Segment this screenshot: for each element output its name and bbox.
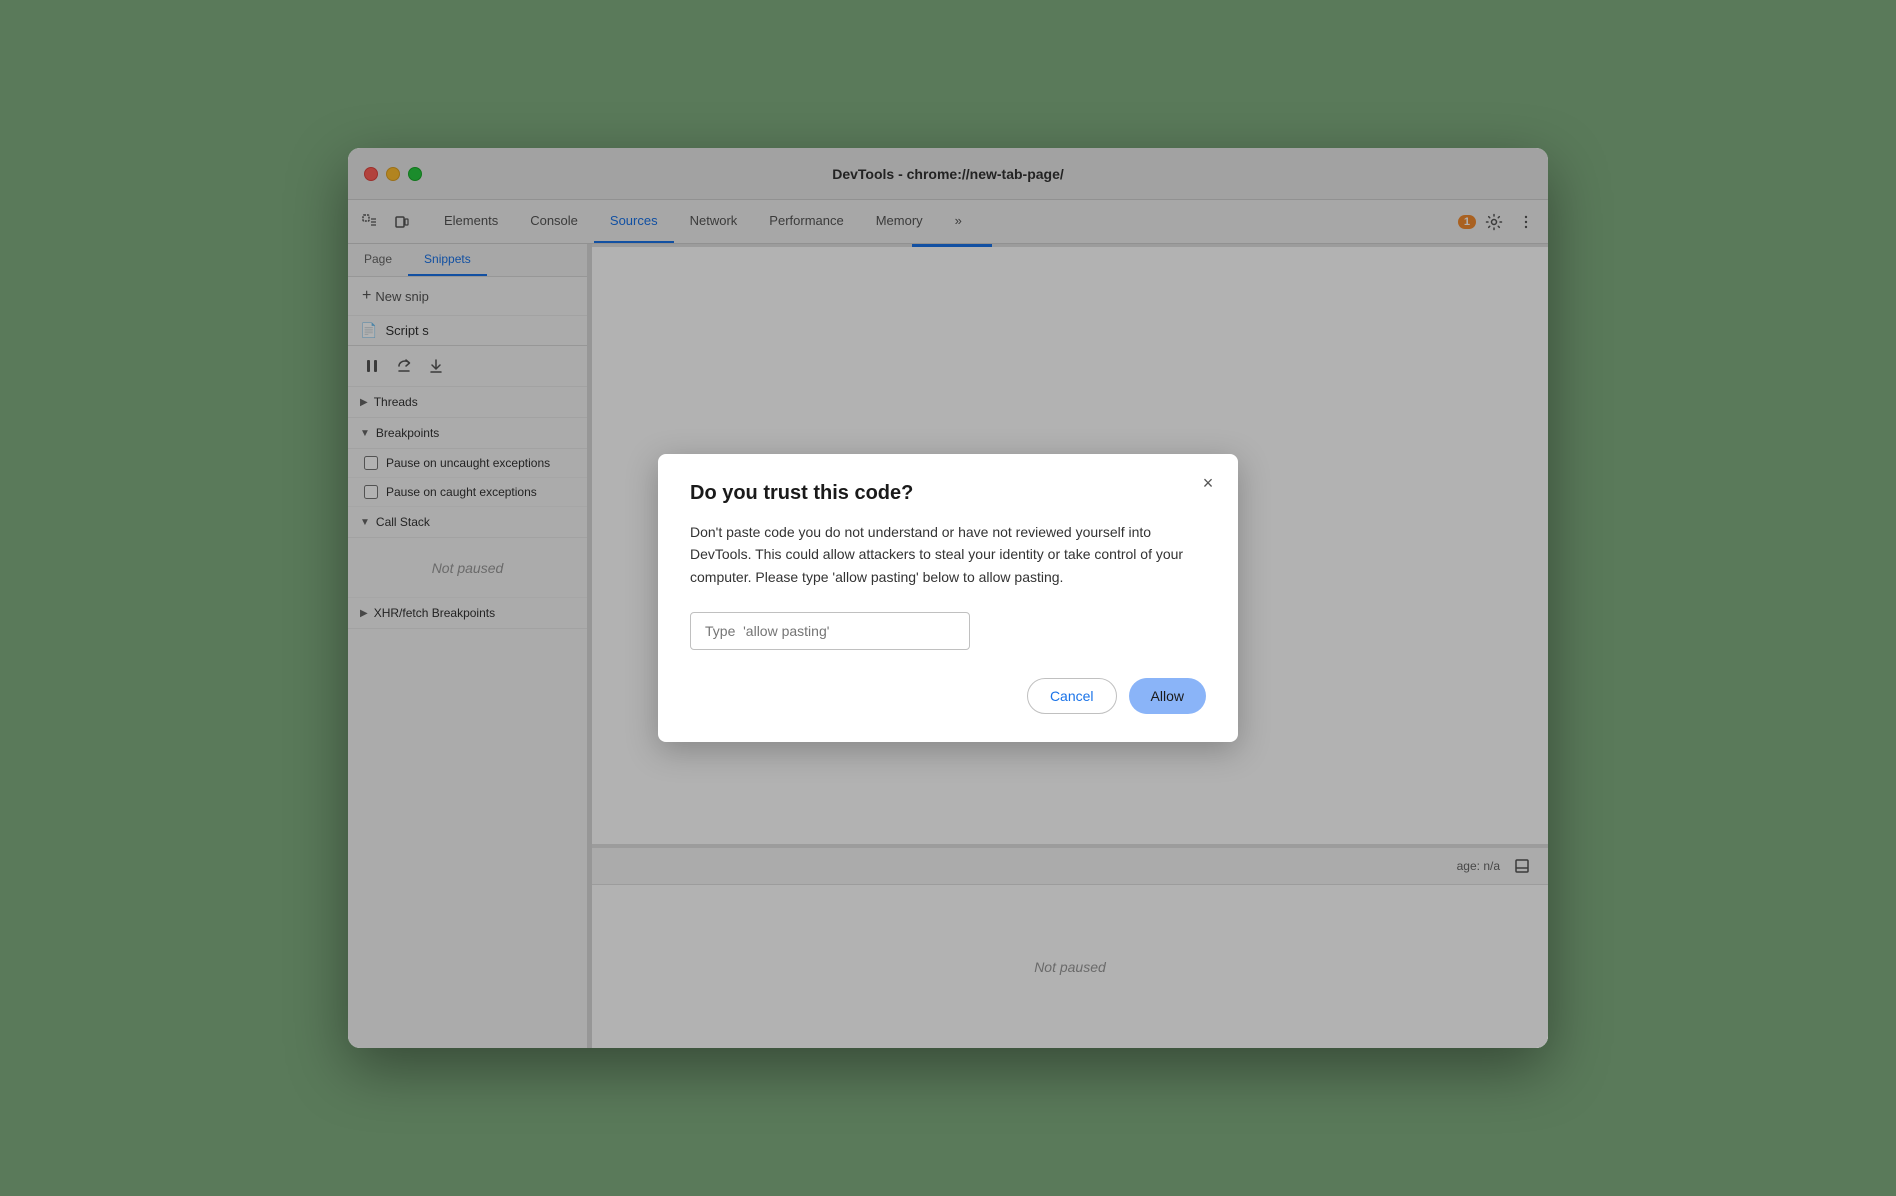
modal-buttons: Cancel Allow — [690, 678, 1206, 714]
cancel-button[interactable]: Cancel — [1027, 678, 1117, 714]
modal-title: Do you trust this code? — [690, 482, 1206, 505]
modal-body: Don't paste code you do not understand o… — [690, 521, 1206, 588]
modal-close-button[interactable]: × — [1194, 470, 1222, 498]
allow-button[interactable]: Allow — [1129, 678, 1206, 714]
devtools-window: DevTools - chrome://new-tab-page/ Elemen… — [348, 148, 1548, 1048]
allow-pasting-input[interactable] — [690, 612, 970, 650]
modal-overlay: × Do you trust this code? Don't paste co… — [348, 148, 1548, 1048]
trust-modal: × Do you trust this code? Don't paste co… — [658, 454, 1238, 742]
